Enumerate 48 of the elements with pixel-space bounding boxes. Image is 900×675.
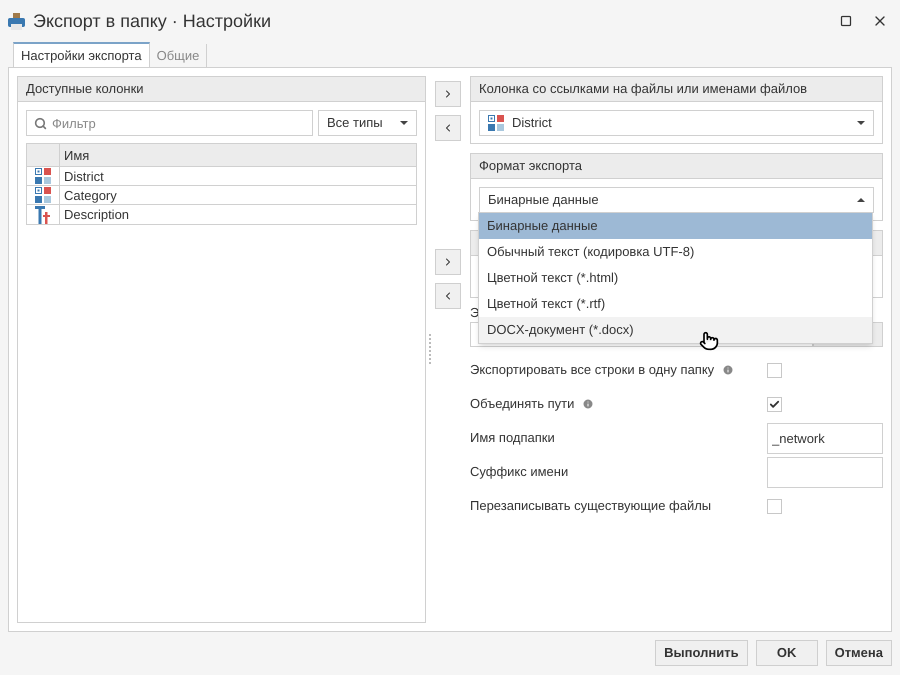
dialog-button[interactable]: OK bbox=[756, 640, 818, 666]
move-right-button[interactable] bbox=[435, 249, 461, 275]
dialog-button[interactable]: Выполнить bbox=[655, 640, 748, 666]
panel-header: Доступные колонки bbox=[18, 77, 425, 102]
option-label: Перезаписывать существующие файлы bbox=[470, 497, 712, 516]
category-icon bbox=[488, 115, 504, 131]
move-right-button[interactable] bbox=[435, 81, 461, 107]
panel-header: Формат экспорта bbox=[471, 154, 882, 179]
check-icon bbox=[769, 398, 780, 410]
table-row[interactable]: Description bbox=[27, 205, 416, 224]
type-select[interactable]: Все типы bbox=[318, 110, 417, 136]
text-field[interactable] bbox=[767, 456, 883, 488]
search-icon bbox=[34, 117, 47, 130]
column-header: Имя bbox=[63, 147, 90, 165]
splitter-handle[interactable] bbox=[429, 334, 431, 364]
dropdown-option[interactable]: Обычный текст (кодировка UTF-8) bbox=[479, 239, 872, 265]
panel-header: Колонка со ссылками на файлы или именами файлов bbox=[471, 77, 882, 102]
table-cell-text: Description bbox=[63, 206, 130, 224]
window-title: Экспорт в папку · Настройки bbox=[33, 10, 272, 33]
caret-icon bbox=[857, 198, 865, 202]
maximize-icon[interactable] bbox=[840, 15, 852, 27]
table-cell-text: District bbox=[63, 168, 105, 185]
table-cell-text: Category bbox=[63, 187, 118, 204]
dialog-button[interactable]: Отмена bbox=[826, 640, 892, 666]
option-label: Суффикс имени bbox=[470, 463, 568, 482]
option-label: Экспортировать все строки в одну папку bbox=[470, 361, 714, 380]
option-label: Объединять пути bbox=[470, 395, 574, 414]
table-row[interactable]: Category bbox=[27, 186, 416, 205]
checkbox[interactable] bbox=[767, 498, 782, 514]
move-left-button[interactable] bbox=[435, 283, 461, 309]
category-icon bbox=[35, 168, 51, 184]
text-type-icon bbox=[35, 206, 51, 224]
filter-field[interactable]: Фильтр bbox=[26, 110, 313, 136]
caret-icon bbox=[400, 121, 408, 125]
table-row[interactable]: District bbox=[27, 167, 416, 186]
checkbox[interactable] bbox=[767, 396, 782, 412]
category-icon bbox=[35, 187, 51, 203]
tab[interactable]: Настройки экспорта bbox=[13, 42, 150, 67]
file-column-select[interactable]: District bbox=[479, 110, 874, 136]
move-left-button[interactable] bbox=[435, 115, 461, 141]
option-label: Имя подпапки bbox=[470, 429, 555, 448]
dropdown-option[interactable]: Цветной текст (*.rtf) bbox=[479, 291, 872, 317]
checkbox[interactable] bbox=[767, 362, 782, 378]
caret-icon bbox=[857, 121, 865, 125]
dropdown-option[interactable]: Цветной текст (*.html) bbox=[479, 265, 872, 291]
printer-icon bbox=[8, 12, 25, 30]
dropdown-option[interactable]: Бинарные данные bbox=[479, 213, 872, 239]
text-field[interactable]: _network bbox=[767, 422, 883, 454]
